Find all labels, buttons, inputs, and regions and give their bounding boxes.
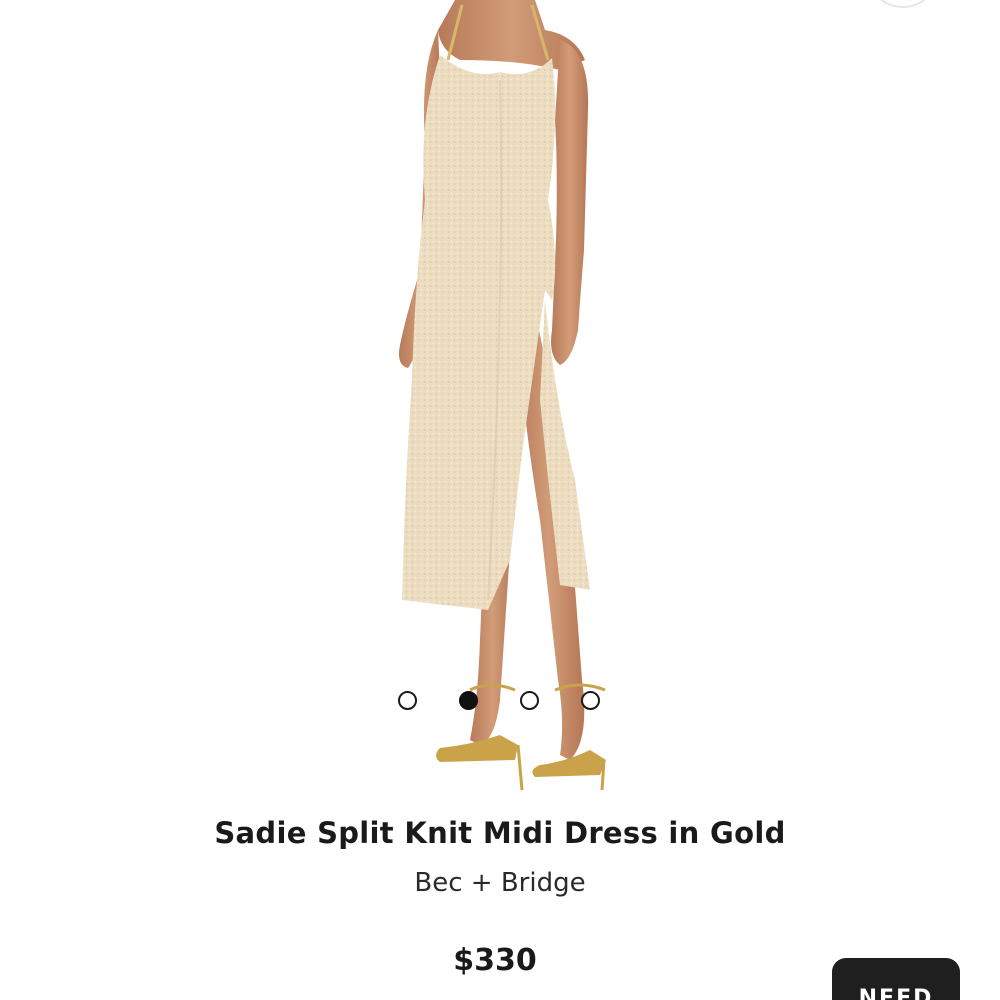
carousel-pagination [398, 691, 608, 713]
product-brand[interactable]: Bec + Bridge [0, 868, 1000, 898]
product-title: Sadie Split Knit Midi Dress in Gold [214, 816, 786, 850]
carousel-dot-1[interactable] [398, 691, 417, 710]
carousel-dot-2[interactable] [459, 691, 478, 710]
help-button[interactable]: NEED [832, 958, 960, 1000]
carousel-dot-3[interactable] [520, 691, 539, 710]
carousel-dot-4[interactable] [581, 691, 600, 710]
product-image[interactable] [0, 0, 1000, 800]
product-photo [399, 0, 606, 791]
